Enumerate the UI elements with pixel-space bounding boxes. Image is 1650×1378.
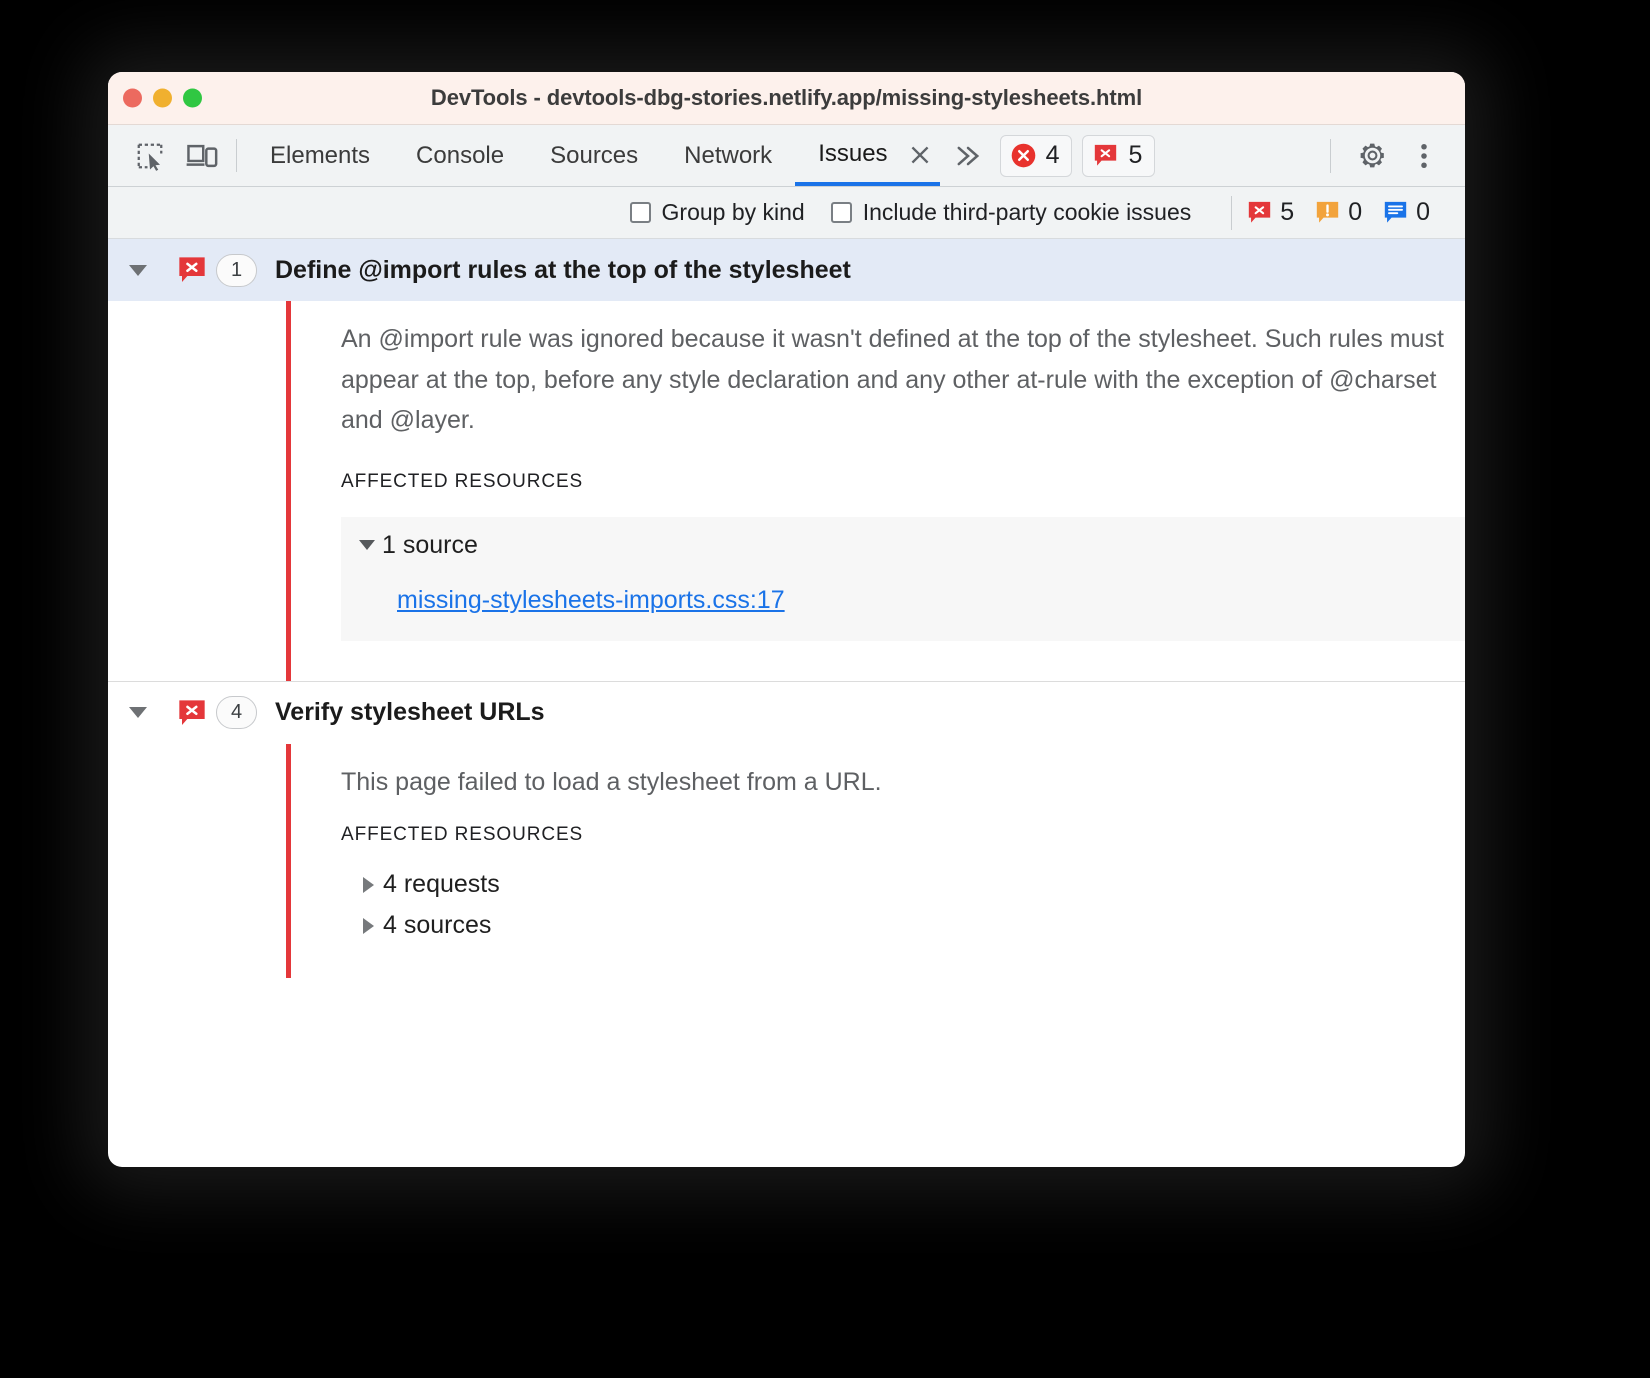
group-by-kind-label: Group by kind bbox=[662, 199, 805, 226]
more-tabs-button[interactable] bbox=[940, 125, 996, 186]
toolbar-divider bbox=[236, 139, 237, 172]
issues-error-count: 5 bbox=[1128, 143, 1142, 168]
options-divider bbox=[1231, 196, 1232, 230]
issue-2-requests-row[interactable]: 4 requests bbox=[341, 870, 1465, 899]
issue-info-icon bbox=[1382, 199, 1409, 226]
issue-error-icon bbox=[1092, 142, 1119, 169]
tab-issues[interactable]: Issues bbox=[795, 125, 899, 186]
info-counter[interactable]: 0 bbox=[1382, 199, 1430, 226]
issues-list: 1 Define @import rules at the top of the… bbox=[108, 239, 1465, 978]
issues-error-badge[interactable]: 5 bbox=[1082, 135, 1155, 177]
issue-1-title: Define @import rules at the top of the s… bbox=[275, 256, 851, 285]
window-controls bbox=[123, 89, 202, 108]
issue-2-affected-label: AFFECTED RESOURCES bbox=[341, 824, 1465, 846]
issue-error-icon bbox=[176, 697, 208, 729]
tab-elements-label: Elements bbox=[270, 142, 370, 170]
chevron-down-icon bbox=[359, 540, 375, 550]
more-options-button[interactable] bbox=[1399, 131, 1449, 181]
window-titlebar: DevTools - devtools-dbg-stories.netlify.… bbox=[108, 72, 1465, 125]
device-toolbar-icon bbox=[186, 141, 218, 171]
issue-2-description: This page failed to load a stylesheet fr… bbox=[341, 762, 1465, 803]
issue-2-kind-icon-wrap bbox=[168, 697, 216, 729]
issues-options-bar: Group by kind Include third-party cookie… bbox=[108, 187, 1465, 239]
issue-2-title: Verify stylesheet URLs bbox=[275, 698, 545, 727]
chevron-right-icon bbox=[363, 877, 374, 893]
issue-1-resources-panel: 1 source missing-stylesheets-imports.css… bbox=[341, 517, 1465, 641]
chevron-down-icon bbox=[129, 707, 147, 718]
inspect-element-button[interactable] bbox=[124, 125, 176, 186]
minimize-window-button[interactable] bbox=[153, 89, 172, 108]
issue-header-import-rules[interactable]: 1 Define @import rules at the top of the… bbox=[108, 239, 1465, 301]
settings-button[interactable] bbox=[1347, 131, 1397, 181]
chevron-double-right-icon bbox=[953, 143, 983, 169]
toolbar-divider-right bbox=[1330, 139, 1331, 173]
warning-counter-value: 0 bbox=[1348, 200, 1362, 225]
error-counter-value: 5 bbox=[1280, 200, 1294, 225]
inspect-element-icon bbox=[135, 141, 165, 171]
issue-header-verify-stylesheet-urls[interactable]: 4 Verify stylesheet URLs bbox=[108, 682, 1465, 744]
issue-warning-icon bbox=[1314, 199, 1341, 226]
console-error-count: 4 bbox=[1046, 143, 1060, 168]
group-by-kind-checkbox[interactable]: Group by kind bbox=[630, 199, 805, 226]
toolbar-badges: 4 5 bbox=[996, 125, 1156, 186]
warning-counter[interactable]: 0 bbox=[1314, 199, 1362, 226]
console-error-badge[interactable]: 4 bbox=[1000, 135, 1073, 177]
tab-issues-label: Issues bbox=[818, 140, 887, 168]
error-circle-icon bbox=[1010, 142, 1037, 169]
issue-counters: 5 0 0 bbox=[1246, 199, 1443, 226]
tab-console-label: Console bbox=[416, 142, 504, 170]
close-window-button[interactable] bbox=[123, 89, 142, 108]
issue-1-body: An @import rule was ignored because it w… bbox=[286, 301, 1465, 681]
tab-sources[interactable]: Sources bbox=[527, 125, 661, 186]
panel-tabs: Elements Console Sources Network Issues bbox=[247, 125, 940, 186]
tab-network-label: Network bbox=[684, 142, 772, 170]
chevron-down-icon bbox=[129, 265, 147, 276]
tab-sources-label: Sources bbox=[550, 142, 638, 170]
issue-1-resource-group[interactable]: 1 source bbox=[359, 531, 1465, 560]
devtools-tabstrip: Elements Console Sources Network Issues bbox=[108, 125, 1465, 187]
close-issues-tab-button[interactable] bbox=[900, 125, 940, 186]
info-counter-value: 0 bbox=[1416, 200, 1430, 225]
error-counter[interactable]: 5 bbox=[1246, 199, 1294, 226]
device-toolbar-button[interactable] bbox=[176, 125, 228, 186]
close-icon bbox=[907, 142, 933, 168]
group-by-kind-box bbox=[630, 202, 651, 223]
include-third-party-box bbox=[831, 202, 852, 223]
issue-error-icon bbox=[1246, 199, 1273, 226]
tab-console[interactable]: Console bbox=[393, 125, 527, 186]
issue-1-kind-icon-wrap bbox=[168, 254, 216, 286]
chevron-right-icon bbox=[363, 918, 374, 934]
tab-elements[interactable]: Elements bbox=[247, 125, 393, 186]
issue-2-count: 4 bbox=[216, 696, 257, 729]
issue-1-resource-link[interactable]: missing-stylesheets-imports.css:17 bbox=[359, 586, 785, 615]
expand-collapse-issue-1-button[interactable] bbox=[108, 265, 168, 276]
issue-2-sources-label: 4 sources bbox=[383, 911, 491, 940]
gear-icon bbox=[1356, 139, 1389, 172]
window-title: DevTools - devtools-dbg-stories.netlify.… bbox=[108, 85, 1465, 111]
screenshot-stage: DevTools - devtools-dbg-stories.netlify.… bbox=[0, 0, 1650, 1378]
expand-collapse-issue-2-button[interactable] bbox=[108, 707, 168, 718]
more-vertical-icon bbox=[1410, 141, 1438, 171]
issue-2-body: This page failed to load a stylesheet fr… bbox=[286, 744, 1465, 979]
issue-1-description: An @import rule was ignored because it w… bbox=[341, 319, 1465, 441]
issue-2-requests-label: 4 requests bbox=[383, 870, 500, 899]
issue-1-affected-label: AFFECTED RESOURCES bbox=[341, 471, 1465, 493]
tab-network[interactable]: Network bbox=[661, 125, 795, 186]
issue-1-count: 1 bbox=[216, 254, 257, 287]
include-third-party-cookie-issues-checkbox[interactable]: Include third-party cookie issues bbox=[831, 199, 1192, 226]
issue-2-sources-row[interactable]: 4 sources bbox=[341, 911, 1465, 940]
devtools-window: DevTools - devtools-dbg-stories.netlify.… bbox=[108, 72, 1465, 1167]
issue-1-resource-group-label: 1 source bbox=[382, 531, 478, 560]
toolbar-right-actions bbox=[1316, 125, 1465, 186]
include-third-party-label: Include third-party cookie issues bbox=[863, 199, 1192, 226]
zoom-window-button[interactable] bbox=[183, 89, 202, 108]
issue-error-icon bbox=[176, 254, 208, 286]
